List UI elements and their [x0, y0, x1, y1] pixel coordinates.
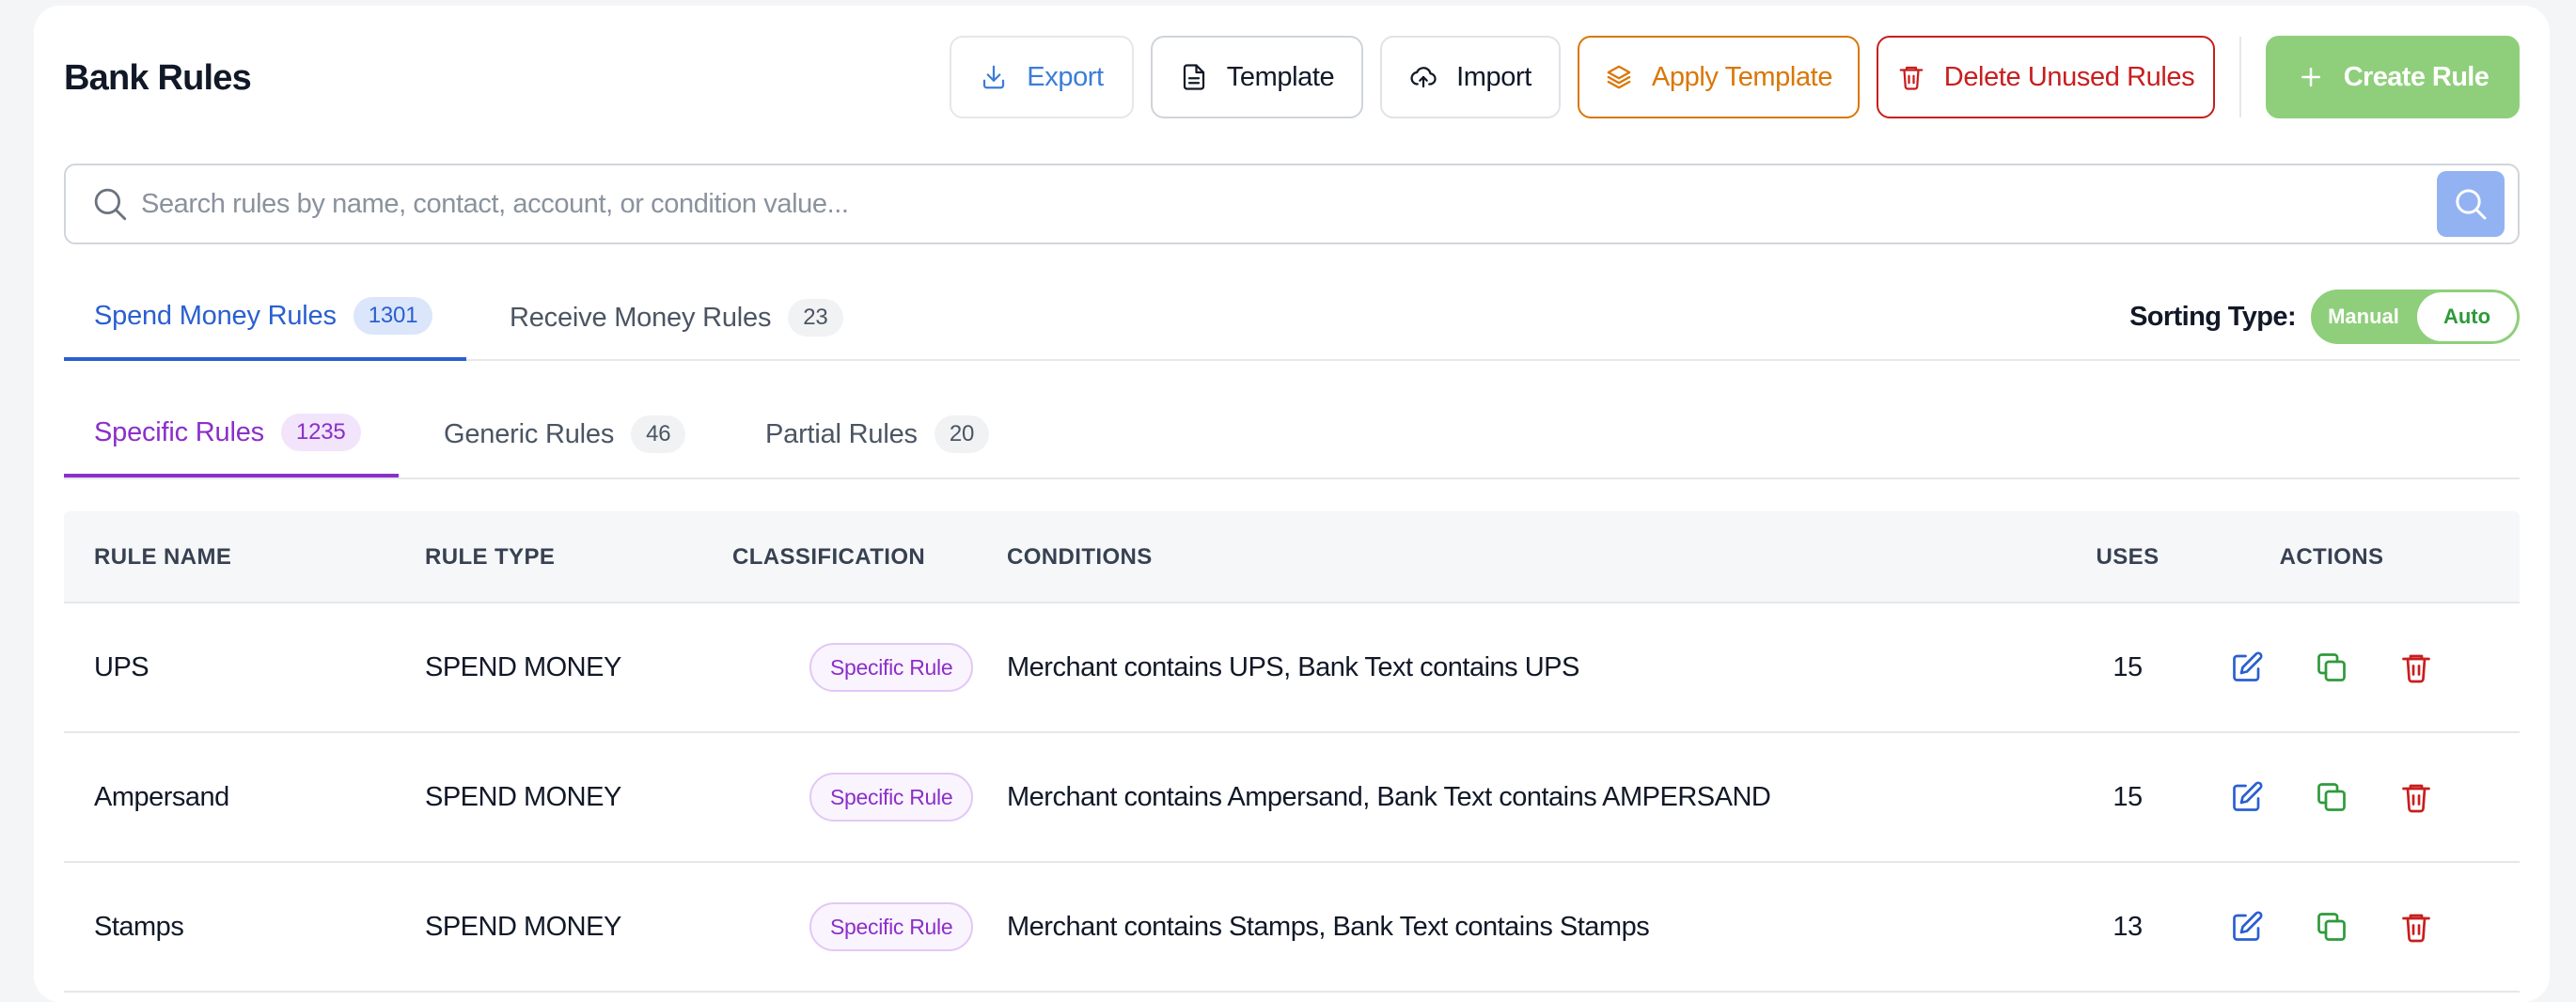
classification-cell: Specific Rule — [732, 733, 974, 861]
import-button[interactable]: Import — [1380, 36, 1561, 118]
card-content: Bank Rules Export Template Import Apply … — [64, 6, 2520, 1002]
edit-icon[interactable] — [2230, 650, 2264, 684]
tab-label: Spend Money Rules — [94, 300, 337, 331]
rule-type: SPEND MONEY — [425, 781, 621, 812]
column-header-conditions[interactable]: CONDITIONS — [1007, 511, 1153, 603]
delete-unused-label: Delete Unused Rules — [1943, 61, 2195, 92]
tab-generic-rules[interactable]: Generic Rules 46 — [444, 391, 686, 478]
document-icon — [1183, 64, 1204, 90]
sorting-type-label: Sorting Type: — [2129, 301, 2297, 332]
cloud-upload-icon — [1410, 67, 1437, 88]
sorting-type: Sorting Type: Manual Auto — [2129, 290, 2520, 344]
toolbar-divider — [2239, 37, 2241, 117]
search-submit-button[interactable] — [2437, 171, 2505, 237]
export-label: Export — [1027, 61, 1104, 92]
create-rule-label: Create Rule — [2343, 61, 2490, 92]
template-button[interactable]: Template — [1151, 36, 1363, 118]
column-header-uses[interactable]: USES — [2066, 511, 2189, 603]
tab-label: Specific Rules — [94, 416, 264, 447]
row-actions — [2219, 863, 2444, 991]
tab-label: Generic Rules — [444, 418, 615, 449]
rule-name: UPS — [94, 651, 149, 682]
sorting-option-auto[interactable]: Auto — [2417, 292, 2517, 341]
edit-icon[interactable] — [2230, 910, 2264, 944]
search-icon — [2456, 189, 2487, 220]
tab-partial-rules[interactable]: Partial Rules 20 — [765, 391, 990, 478]
delete-unused-rules-button[interactable]: Delete Unused Rules — [1877, 36, 2215, 118]
rule-conditions: Merchant contains UPS, Bank Text contain… — [1007, 651, 1579, 682]
classification-cell: Specific Rule — [732, 863, 974, 991]
rule-name: Ampersand — [94, 781, 229, 812]
search-icon — [94, 188, 127, 221]
tab-label: Partial Rules — [765, 418, 918, 449]
tab-label: Receive Money Rules — [510, 302, 772, 333]
classification-badge: Specific Rule — [809, 902, 974, 951]
copy-icon[interactable] — [2315, 650, 2348, 684]
rule-uses: 13 — [2113, 911, 2143, 942]
rule-type: SPEND MONEY — [425, 651, 621, 682]
template-label: Template — [1226, 61, 1335, 92]
create-rule-button[interactable]: Create Rule — [2266, 36, 2520, 118]
bank-rules-card: Bank Rules Export Template Import Apply … — [34, 6, 2550, 1002]
tab-spend-money-rules[interactable]: Spend Money Rules 1301 — [64, 274, 466, 361]
count-badge: 20 — [934, 415, 990, 453]
count-badge: 46 — [631, 415, 686, 453]
row-actions — [2219, 603, 2444, 731]
copy-icon[interactable] — [2315, 910, 2348, 944]
rule-type: SPEND MONEY — [425, 911, 621, 942]
trash-icon — [1899, 66, 1924, 90]
table-row[interactable]: UPS SPEND MONEY Specific Rule Merchant c… — [64, 603, 2520, 733]
trash-icon[interactable] — [2399, 910, 2433, 944]
table-header: RULE NAME RULE TYPE CLASSIFICATION CONDI… — [64, 511, 2520, 603]
apply-template-label: Apply Template — [1651, 61, 1833, 92]
rule-conditions: Merchant contains Ampersand, Bank Text c… — [1007, 781, 1771, 812]
rule-uses: 15 — [2113, 651, 2143, 682]
apply-template-button[interactable]: Apply Template — [1578, 36, 1860, 118]
classification-badge: Specific Rule — [809, 643, 974, 692]
page-title: Bank Rules — [64, 58, 252, 98]
sorting-option-manual[interactable]: Manual — [2314, 292, 2413, 341]
count-badge: 1301 — [353, 297, 433, 335]
search-input[interactable] — [141, 177, 2397, 231]
classification-cell: Specific Rule — [732, 603, 974, 731]
layers-icon — [1607, 65, 1631, 89]
column-header-actions: ACTIONS — [2279, 544, 2384, 570]
column-header-classification[interactable]: CLASSIFICATION — [732, 511, 925, 603]
sorting-type-toggle[interactable]: Manual Auto — [2311, 290, 2520, 344]
search-bar — [64, 164, 2520, 244]
export-button[interactable]: Export — [950, 36, 1134, 118]
trash-icon[interactable] — [2399, 650, 2433, 684]
trash-icon[interactable] — [2399, 780, 2433, 814]
count-badge: 1235 — [280, 414, 361, 451]
table-row[interactable]: Ampersand SPEND MONEY Specific Rule Merc… — [64, 733, 2520, 863]
tab-receive-money-rules[interactable]: Receive Money Rules 23 — [510, 274, 843, 361]
import-label: Import — [1456, 61, 1531, 92]
rule-uses: 15 — [2113, 781, 2143, 812]
classification-badge: Specific Rule — [809, 773, 974, 822]
count-badge: 23 — [788, 299, 843, 337]
rules-table: RULE NAME RULE TYPE CLASSIFICATION CONDI… — [64, 511, 2520, 993]
rule-conditions: Merchant contains Stamps, Bank Text cont… — [1007, 911, 1650, 942]
column-header-rule-type[interactable]: RULE TYPE — [425, 511, 555, 603]
plus-icon — [2301, 68, 2320, 86]
rule-name: Stamps — [94, 911, 184, 942]
edit-icon[interactable] — [2230, 780, 2264, 814]
tab-specific-rules[interactable]: Specific Rules 1235 — [64, 391, 399, 478]
row-actions — [2219, 733, 2444, 861]
download-icon — [983, 65, 1005, 89]
toolbar: Export Template Import Apply Template De… — [933, 36, 2520, 118]
table-row[interactable]: Stamps SPEND MONEY Specific Rule Merchan… — [64, 863, 2520, 993]
column-header-rule-name[interactable]: RULE NAME — [94, 511, 231, 603]
copy-icon[interactable] — [2315, 780, 2348, 814]
main-tabs: Spend Money Rules 1301 Receive Money Rul… — [64, 274, 2520, 361]
rule-category-tabs: Specific Rules 1235 Generic Rules 46 Par… — [64, 391, 2520, 479]
